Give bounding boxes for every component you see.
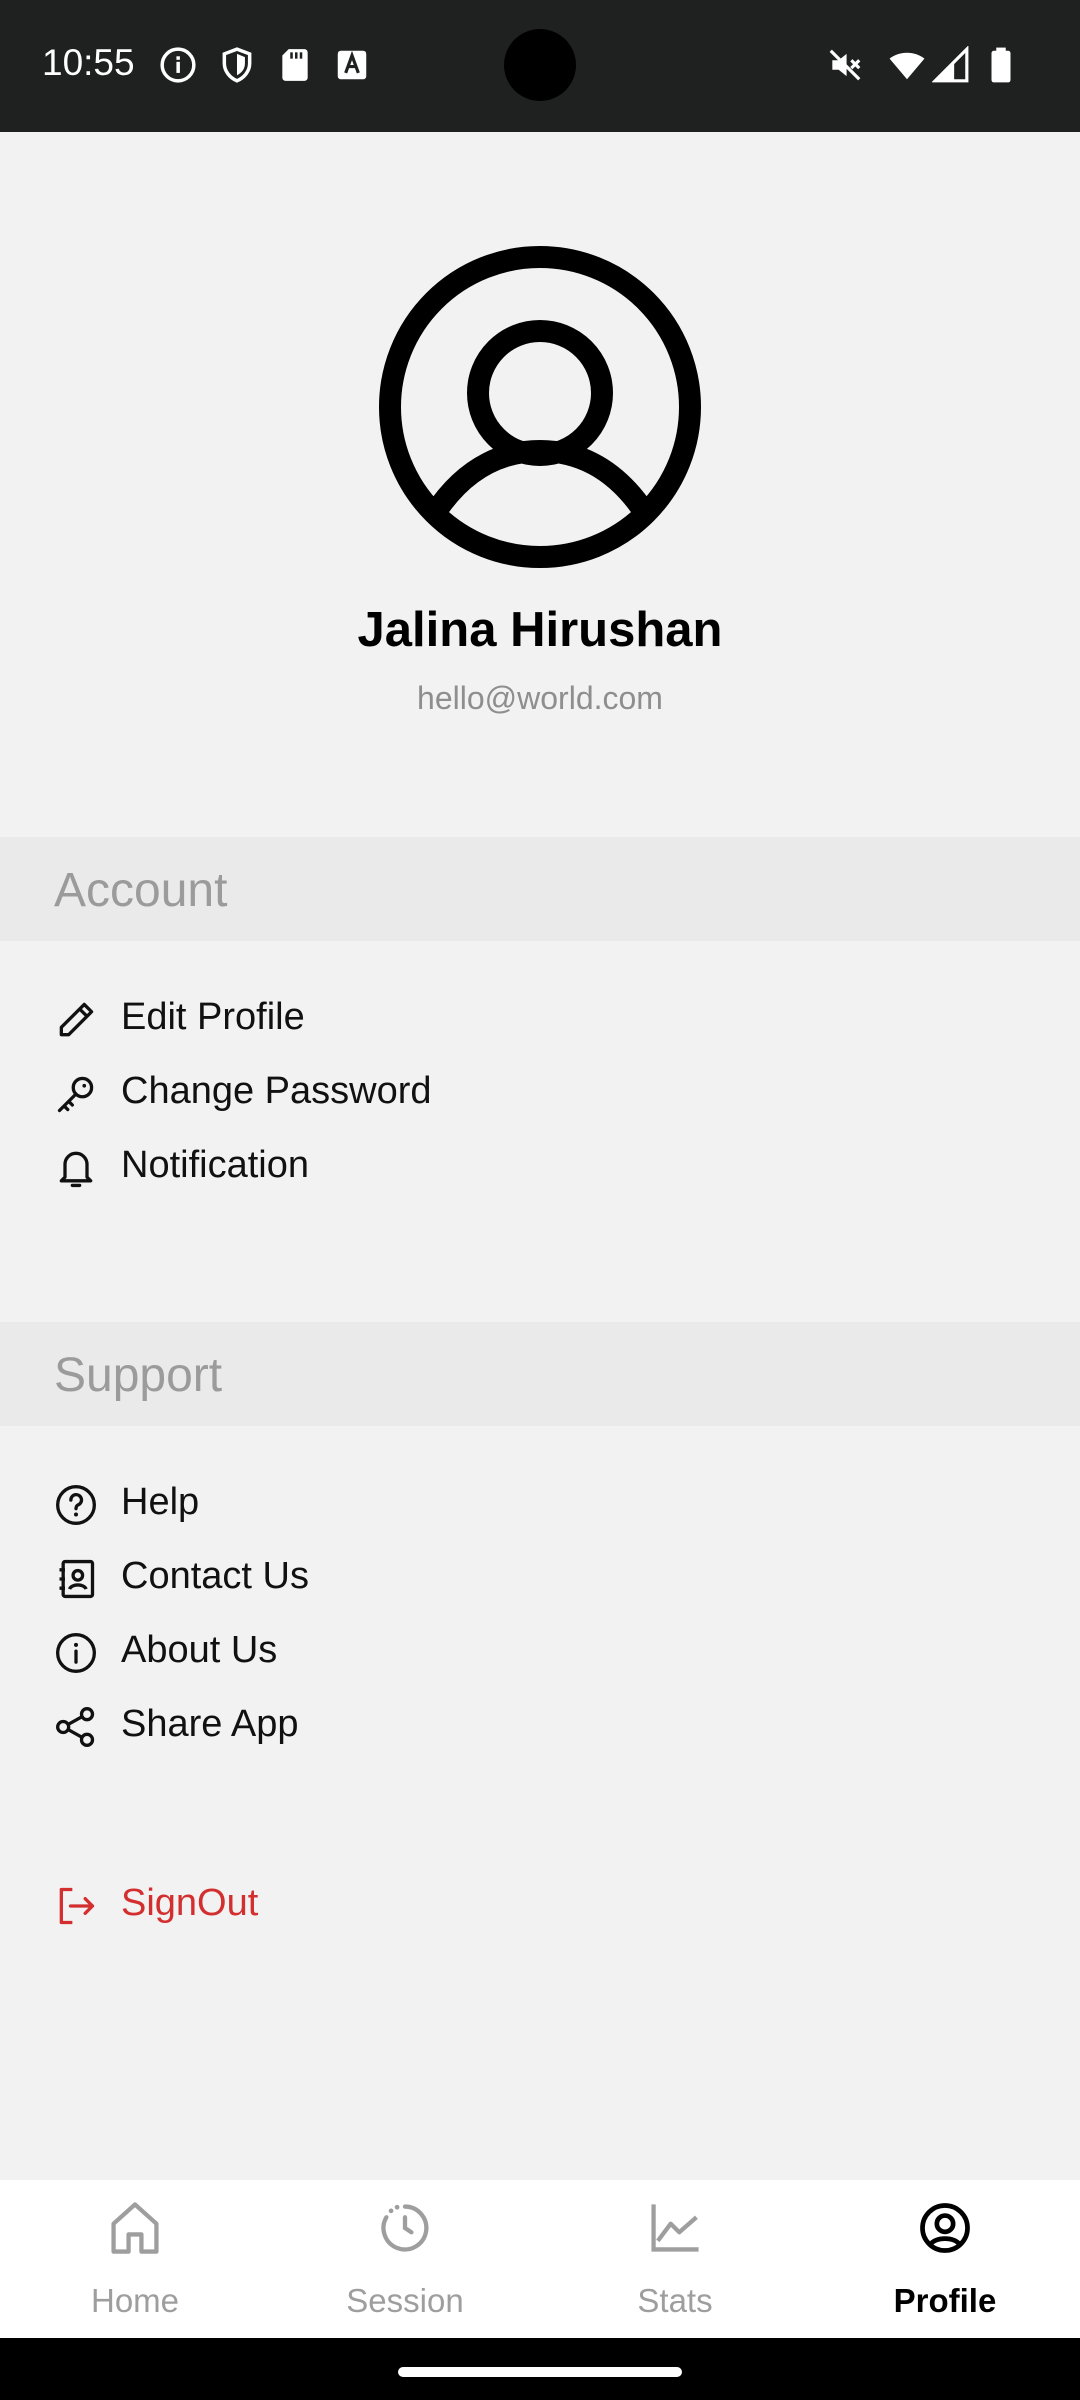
about-us-label: About Us — [121, 1629, 278, 1671]
status-bar: 10:55 — [0, 0, 1080, 132]
tab-stats[interactable]: Stats — [540, 2180, 810, 2338]
account-header-label: Account — [54, 864, 228, 917]
timer-icon — [381, 2204, 429, 2252]
battery-icon — [991, 47, 1011, 83]
tab-stats-label: Stats — [637, 2282, 713, 2319]
gesture-bar — [0, 2338, 1080, 2400]
bell-icon — [59, 1151, 93, 1188]
logout-icon — [59, 1887, 95, 1925]
user-circle-icon — [920, 2203, 970, 2253]
share-app-item[interactable]: Share App — [0, 1695, 700, 1759]
tab-profile[interactable]: Profile — [810, 2180, 1080, 2338]
about-us-item[interactable]: About Us — [0, 1621, 700, 1685]
avatar[interactable] — [378, 245, 702, 569]
profile-email: hello@world.com — [417, 680, 663, 716]
change-password-label: Change Password — [121, 1070, 432, 1112]
signal-icon — [932, 46, 969, 83]
help-circle-icon — [56, 1485, 96, 1525]
vibrate-off-icon — [829, 49, 861, 81]
support-header-label: Support — [54, 1349, 223, 1402]
support-section-header: Support — [0, 1322, 1080, 1426]
profile-name: Jalina Hirushan — [357, 603, 723, 657]
contact-us-item[interactable]: Contact Us — [0, 1547, 700, 1611]
sd-card-icon — [282, 49, 308, 81]
chart-line-icon — [651, 2204, 699, 2252]
notification-item[interactable]: Notification — [0, 1136, 700, 1200]
tab-session-label: Session — [346, 2282, 464, 2319]
signout-label: SignOut — [121, 1882, 259, 1924]
help-item[interactable]: Help — [0, 1473, 700, 1537]
tab-session[interactable]: Session — [270, 2180, 540, 2338]
shield-icon — [222, 47, 252, 83]
status-time: 10:55 — [42, 42, 135, 83]
help-label: Help — [121, 1481, 200, 1523]
tab-home[interactable]: Home — [0, 2180, 270, 2338]
pencil-icon — [59, 1002, 94, 1037]
tab-profile-label: Profile — [893, 2282, 997, 2319]
signout-button[interactable]: SignOut — [0, 1874, 700, 1938]
edit-profile-item[interactable]: Edit Profile — [0, 988, 700, 1052]
camera-cutout — [504, 29, 576, 101]
share-icon — [56, 1707, 95, 1747]
wifi-icon — [889, 52, 925, 80]
home-icon — [111, 2202, 159, 2254]
key-icon — [57, 1076, 94, 1113]
share-app-label: Share App — [121, 1703, 299, 1745]
info-circle-icon — [56, 1633, 96, 1673]
font-a-icon — [337, 50, 367, 80]
info-icon — [160, 47, 196, 83]
bottom-navigation: Home Session Stats Profile — [0, 2180, 1080, 2338]
tab-home-label: Home — [90, 2282, 180, 2319]
account-section-header: Account — [0, 837, 1080, 941]
profile-screen: 10:55 Jalina Hirushan hello@world.com Ac… — [0, 0, 1080, 2400]
contact-card-icon — [59, 1559, 95, 1599]
edit-profile-label: Edit Profile — [121, 996, 305, 1038]
notification-label: Notification — [121, 1144, 309, 1186]
home-gesture-handle[interactable] — [398, 2367, 682, 2377]
change-password-item[interactable]: Change Password — [0, 1062, 700, 1126]
contact-us-label: Contact Us — [121, 1555, 309, 1597]
